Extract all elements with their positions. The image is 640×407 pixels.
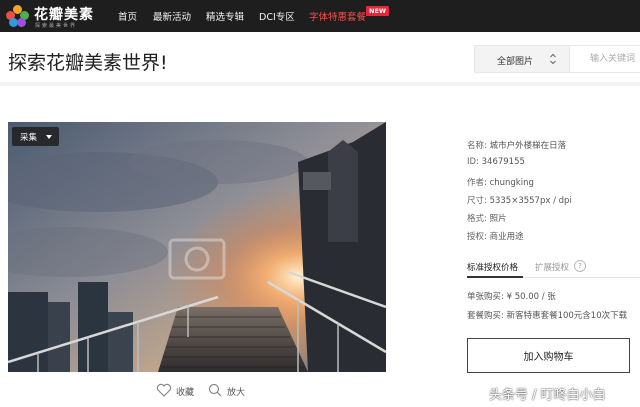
nav-item-featured-albums[interactable]: 精选专辑 — [206, 9, 244, 23]
zoom-label: 放大 — [227, 388, 246, 398]
price-single: 单张购买: ¥ 50.00 / 张 — [467, 290, 556, 302]
detail-name-value: 城市户外楼梯在日落 — [489, 141, 567, 151]
detail-format-value: 照片 — [489, 214, 507, 224]
source-watermark: 头条号 / 叮咚白小白 — [489, 388, 606, 403]
detail-id: ID: 34679155 — [467, 157, 525, 167]
add-to-cart-button[interactable]: 加入购物车 — [467, 338, 630, 373]
detail-format: 格式: 照片 — [467, 212, 507, 224]
collect-label: 采集 — [20, 133, 38, 143]
nav-item-home[interactable]: 首页 — [118, 9, 137, 23]
image-type-select[interactable]: 全部图片 — [474, 45, 570, 73]
detail-author: 作者: chungking — [467, 176, 534, 188]
detail-license: 授权: 商业用途 — [467, 230, 524, 242]
detail-id-value: 34679155 — [481, 157, 525, 167]
detail-size-value: 5335×3557px / dpi — [489, 196, 572, 206]
price-bundle-label: 套餐购买: — [467, 311, 504, 321]
tab-standard-license[interactable]: 标准授权价格 — [467, 261, 518, 273]
favorite-label: 收藏 — [176, 388, 195, 398]
detail-name: 名称: 城市户外楼梯在日落 — [467, 139, 566, 151]
image-type-value: 全部图片 — [497, 57, 534, 67]
nav-item-dci-zone[interactable]: DCI专区 — [259, 9, 295, 23]
logo-text: 花瓣美素 — [34, 7, 94, 23]
detail-license-value: 商业用途 — [489, 232, 524, 242]
header-divider — [0, 82, 640, 86]
nav-item-latest-events[interactable]: 最新活动 — [153, 9, 191, 23]
question-mark-icon[interactable]: ? — [574, 260, 586, 272]
page-title: 探索花瓣美素世界! — [8, 52, 168, 74]
detail-size-label: 尺寸: — [467, 196, 487, 206]
detail-author-label: 作者: — [467, 178, 487, 188]
detail-author-value[interactable]: chungking — [490, 178, 534, 188]
detail-id-label: ID: — [467, 157, 479, 167]
new-badge: NEW — [366, 6, 390, 16]
collect-dropdown-button[interactable]: 采集 — [12, 127, 59, 146]
active-tab-indicator — [467, 276, 523, 278]
tab-extended-license[interactable]: 扩展授权 — [535, 261, 569, 273]
top-nav: 花瓣美素 探索最美世界 首页 最新活动 精选专辑 DCI专区 字体特惠套餐 NE… — [0, 0, 640, 32]
magnifier-icon — [208, 383, 222, 397]
detail-license-label: 授权: — [467, 232, 487, 242]
caret-down-icon — [46, 135, 52, 139]
detail-size: 尺寸: 5335×3557px / dpi — [467, 194, 572, 206]
price-bundle-value[interactable]: 新客特惠套餐100元含10次下载 — [507, 311, 628, 321]
price-bundle: 套餐购买: 新客特惠套餐100元含10次下载 — [467, 309, 627, 321]
up-down-chevron-icon — [550, 53, 556, 65]
detail-name-label: 名称: — [467, 141, 487, 151]
nav-item-font-bundle[interactable]: 字体特惠套餐 — [309, 9, 366, 23]
license-tabs: 标准授权价格 扩展授权 — [467, 258, 640, 278]
logo-subtext: 探索最美世界 — [35, 23, 78, 29]
petal-logo-icon — [6, 5, 30, 27]
search-input[interactable] — [570, 45, 640, 73]
stock-photo[interactable] — [8, 122, 386, 372]
price-single-label: 单张购买: — [467, 292, 504, 302]
price-single-value: ¥ 50.00 / 张 — [506, 292, 556, 302]
detail-format-label: 格式: — [467, 214, 487, 224]
site-logo[interactable]: 花瓣美素 探索最美世界 — [6, 3, 96, 29]
heart-icon — [156, 383, 172, 397]
